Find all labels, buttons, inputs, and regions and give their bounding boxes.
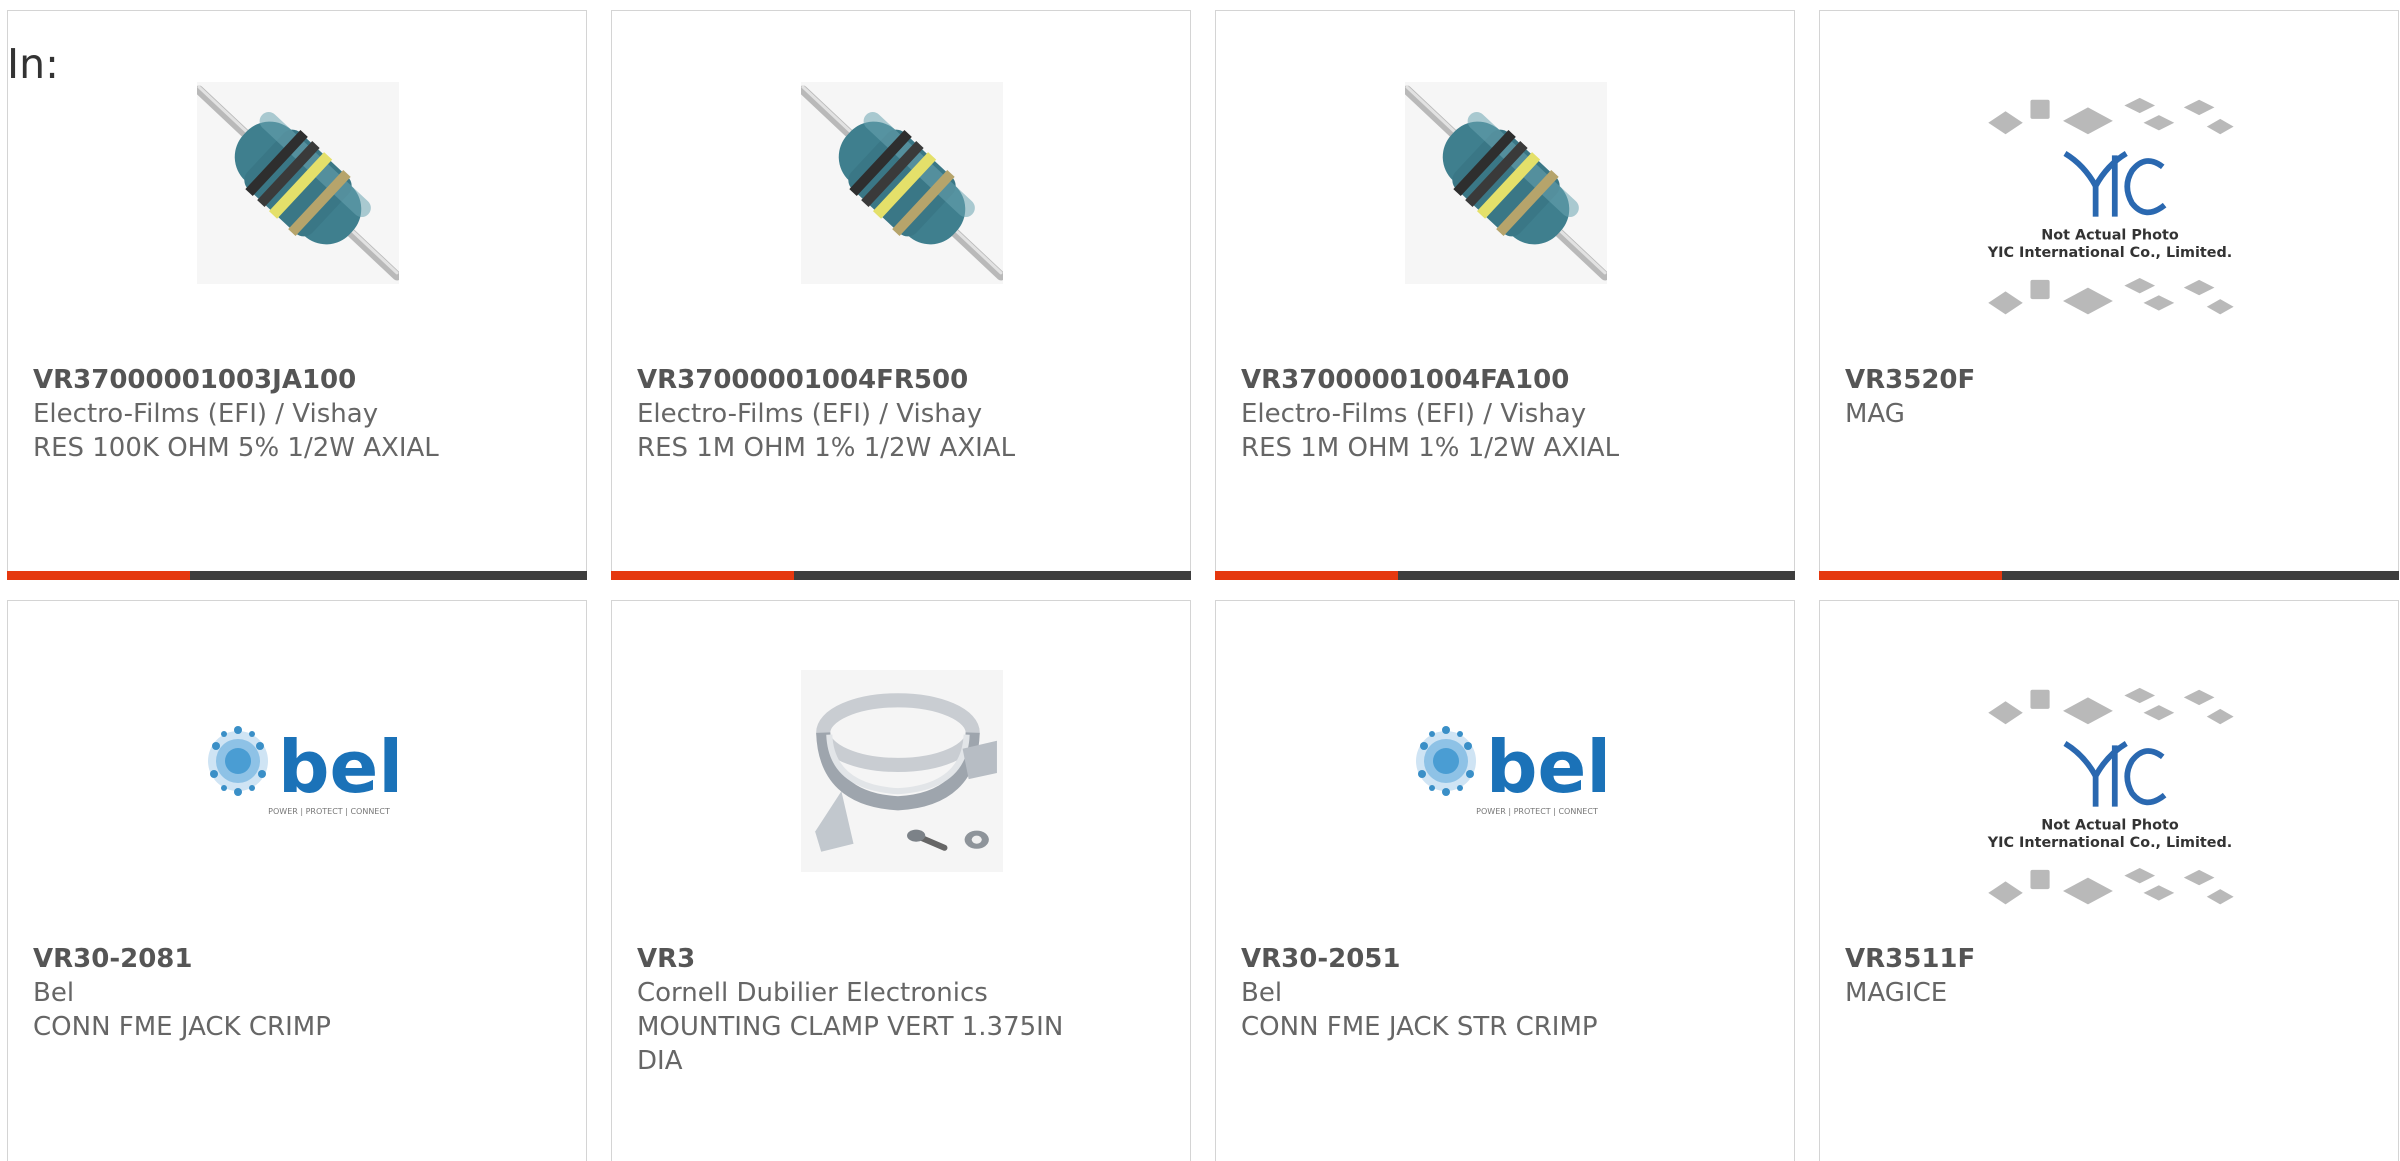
card-bottom-bar [611, 571, 1191, 580]
manufacturer: Electro-Films (EFI) / Vishay [33, 399, 379, 429]
card-accent [7, 571, 190, 580]
manufacturer: Electro-Films (EFI) / Vishay [637, 399, 983, 429]
card-bottom-bar [1215, 571, 1795, 580]
card-accent [1215, 571, 1398, 580]
manufacturer: Bel [33, 978, 75, 1008]
product-card[interactable]: VR3 Cornell Dubilier Electronics MOUNTIN… [611, 600, 1191, 1161]
manufacturer: MAGICE [1845, 978, 1948, 1008]
product-card[interactable]: VR37000001003JA100 Electro-Films (EFI) /… [7, 10, 587, 580]
manufacturer: MAG [1845, 399, 1905, 429]
card-bottom-bar [7, 571, 587, 580]
product-card[interactable]: bel POWER | PROTECT | CONNECT VR30-2051 … [1215, 600, 1795, 1161]
part-number[interactable]: VR3 [637, 942, 1077, 976]
description: MOUNTING CLAMP VERT 1.375IN DIA [637, 1012, 1064, 1076]
bel-tagline: POWER | PROTECT | CONNECT [268, 807, 390, 816]
placeholder-caption: YIC International Co., Limited. [1987, 245, 2233, 261]
manufacturer: Bel [1241, 978, 1283, 1008]
product-card[interactable]: Not Actual Photo YIC International Co., … [1819, 10, 2399, 580]
bel-tagline: POWER | PROTECT | CONNECT [1476, 807, 1598, 816]
part-number[interactable]: VR30-2081 [33, 942, 566, 976]
bel-logo-image[interactable]: bel POWER | PROTECT | CONNECT [1405, 721, 1607, 821]
axial-resistor-image[interactable] [197, 82, 399, 284]
manufacturer: Cornell Dubilier Electronics [637, 978, 988, 1008]
placeholder-caption: Not Actual Photo [2041, 228, 2179, 244]
bel-wordmark: bel [1486, 725, 1607, 809]
mounting-clamp-image[interactable] [801, 670, 1003, 872]
yic-placeholder-image[interactable]: Not Actual Photo YIC International Co., … [1975, 679, 2245, 919]
card-accent [1819, 571, 2002, 580]
product-card[interactable]: VR37000001004FR500 Electro-Films (EFI) /… [611, 10, 1191, 580]
part-number[interactable]: VR3511F [1845, 942, 2378, 976]
bel-wordmark: bel [278, 725, 399, 809]
product-card[interactable]: bel POWER | PROTECT | CONNECT VR30-2081 … [7, 600, 587, 1161]
part-number[interactable]: VR3520F [1845, 363, 2378, 397]
part-number[interactable]: VR37000001004FA100 [1241, 363, 1774, 397]
axial-resistor-image[interactable] [1405, 82, 1607, 284]
description: RES 1M OHM 1% 1/2W AXIAL [637, 433, 1016, 463]
placeholder-caption: YIC International Co., Limited. [1987, 835, 2233, 851]
manufacturer: Electro-Films (EFI) / Vishay [1241, 399, 1587, 429]
part-number[interactable]: VR37000001004FR500 [637, 363, 1170, 397]
description: RES 1M OHM 1% 1/2W AXIAL [1241, 433, 1620, 463]
bel-logo-image[interactable]: bel POWER | PROTECT | CONNECT [197, 721, 399, 821]
part-number[interactable]: VR37000001003JA100 [33, 363, 566, 397]
part-number[interactable]: VR30-2051 [1241, 942, 1774, 976]
yic-placeholder-image[interactable]: Not Actual Photo YIC International Co., … [1975, 89, 2245, 329]
placeholder-caption: Not Actual Photo [2041, 818, 2179, 834]
description: RES 100K OHM 5% 1/2W AXIAL [33, 433, 439, 463]
axial-resistor-image[interactable] [801, 82, 1003, 284]
description: CONN FME JACK STR CRIMP [1241, 1012, 1598, 1042]
page-heading: In: [7, 40, 59, 88]
description: CONN FME JACK CRIMP [33, 1012, 331, 1042]
product-card[interactable]: VR37000001004FA100 Electro-Films (EFI) /… [1215, 10, 1795, 580]
card-accent [611, 571, 794, 580]
product-card[interactable]: Not Actual Photo YIC International Co., … [1819, 600, 2399, 1161]
card-bottom-bar [1819, 571, 2399, 580]
